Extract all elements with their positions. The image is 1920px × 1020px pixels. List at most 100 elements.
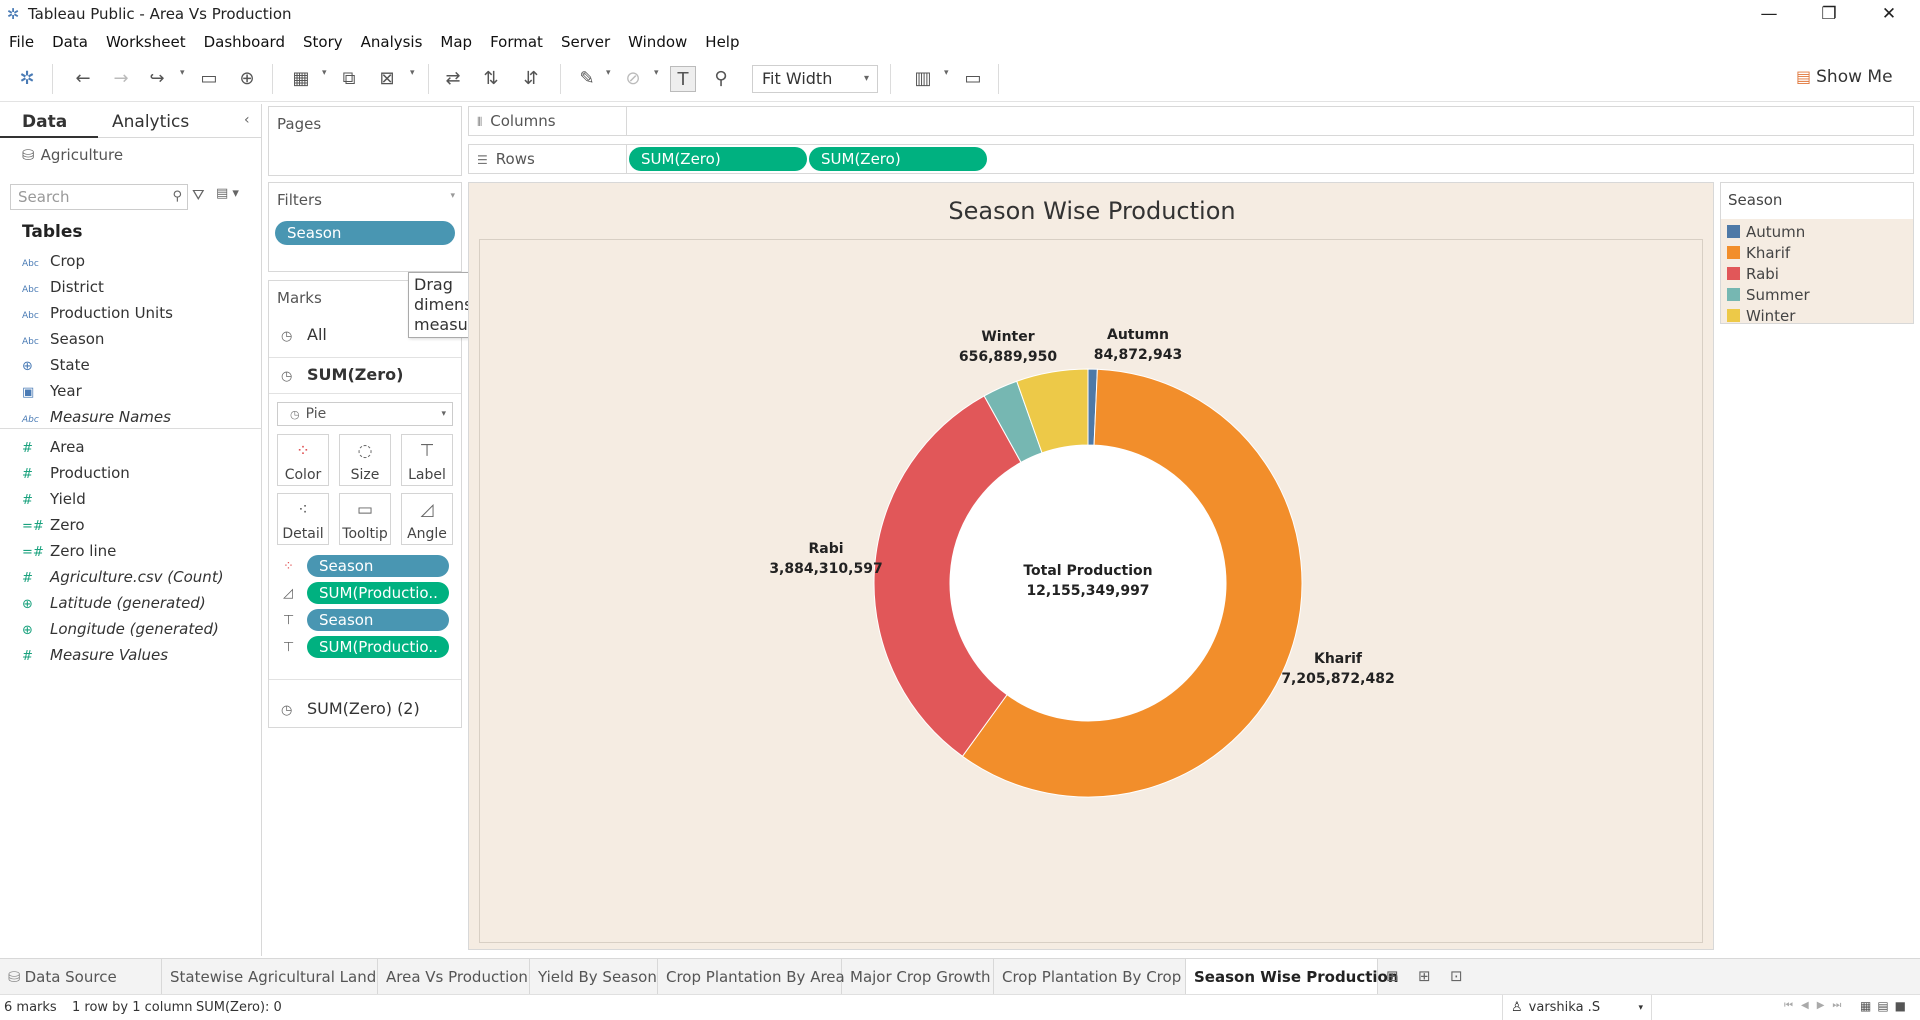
encoding-pill-season-color[interactable]: Season xyxy=(307,555,449,577)
field-state[interactable]: ⊕ State xyxy=(22,356,90,374)
tab-data[interactable]: Data xyxy=(22,112,67,132)
field-district[interactable]: Abc District xyxy=(22,278,104,296)
filters-shelf[interactable]: Filters ▾ Season xyxy=(268,182,462,272)
tab-crop-plantation-by-area[interactable]: Crop Plantation By Area xyxy=(658,959,845,994)
field-zero[interactable]: =# Zero xyxy=(22,516,85,534)
fix-axes-icon[interactable]: ⚲ xyxy=(708,66,734,92)
menu-format[interactable]: Format xyxy=(481,30,552,54)
legend-item-autumn[interactable]: Autumn xyxy=(1727,223,1805,241)
field-longitude[interactable]: ⊕ Longitude (generated) xyxy=(22,620,219,638)
menu-file[interactable]: File xyxy=(0,30,43,54)
duplicate-sheet-icon[interactable]: ⧉ xyxy=(336,66,362,92)
menu-worksheet[interactable]: Worksheet xyxy=(97,30,195,54)
replay-icon[interactable]: ↪ xyxy=(144,66,170,92)
filter-pill-season[interactable]: Season xyxy=(275,221,455,245)
field-area[interactable]: # Area xyxy=(22,438,85,456)
tab-area-vs-production[interactable]: Area Vs Production xyxy=(378,959,530,994)
restore-button[interactable]: ❐ xyxy=(1806,2,1852,26)
swap-rows-columns-icon[interactable]: ⇄ xyxy=(440,66,466,92)
new-dashboard-icon[interactable]: ⊞ xyxy=(1418,967,1431,985)
replay-caret-icon[interactable]: ▾ xyxy=(180,68,185,78)
user-menu[interactable]: ♙ varshika .S ▾ xyxy=(1502,995,1652,1020)
new-worksheet-icon[interactable]: ▦ xyxy=(288,66,314,92)
field-crop[interactable]: Abc Crop xyxy=(22,252,85,270)
sheet-view-toggle-icons[interactable]: ▦▤■ xyxy=(1860,999,1912,1013)
show-cards-caret-icon[interactable]: ▾ xyxy=(944,68,949,78)
field-agriculture-count[interactable]: # Agriculture.csv (Count) xyxy=(22,568,224,586)
donut-chart[interactable]: Total Production 12,155,349,997 Autumn 84,8… xyxy=(480,240,1702,942)
field-yield[interactable]: # Yield xyxy=(22,490,86,508)
menu-help[interactable]: Help xyxy=(696,30,748,54)
field-year[interactable]: ▣ Year xyxy=(22,382,82,400)
encoding-pill-production-label[interactable]: SUM(Productio.. xyxy=(307,636,449,658)
add-datasource-icon[interactable]: ⊕ xyxy=(234,66,260,92)
tab-season-wise-production[interactable]: Season Wise Production xyxy=(1186,959,1399,994)
menu-map[interactable]: Map xyxy=(431,30,481,54)
menu-analysis[interactable]: Analysis xyxy=(352,30,432,54)
encoding-pill-season-label[interactable]: Season xyxy=(307,609,449,631)
field-measure-names[interactable]: Abc Measure Names xyxy=(22,408,171,426)
tooltip-button[interactable]: ▭ Tooltip xyxy=(339,493,391,545)
redo-icon[interactable]: → xyxy=(108,66,134,92)
clear-sheet-caret-icon[interactable]: ▾ xyxy=(410,68,415,78)
filters-menu-icon[interactable]: ▾ xyxy=(450,191,455,201)
menu-server[interactable]: Server xyxy=(552,30,619,54)
field-production[interactable]: # Production xyxy=(22,464,130,482)
columns-shelf[interactable]: ⦀ Columns xyxy=(468,106,1914,136)
color-button[interactable]: ⁘ Color xyxy=(277,434,329,486)
field-measure-values[interactable]: # Measure Values xyxy=(22,646,168,664)
sheet-navigation-buttons[interactable]: ⏮◀▶⏭ xyxy=(1784,1000,1849,1011)
sort-ascending-icon[interactable]: ⇅ xyxy=(478,66,504,92)
tab-yield-by-season[interactable]: Yield By Season xyxy=(530,959,658,994)
size-button[interactable]: ◌ Size xyxy=(339,434,391,486)
highlight-caret-icon[interactable]: ▾ xyxy=(606,68,611,78)
field-zero-line[interactable]: =# Zero line xyxy=(22,542,116,560)
sort-descending-icon[interactable]: ⇵ xyxy=(518,66,544,92)
marks-layer-sum-zero-2[interactable]: ◷ SUM(Zero) (2) xyxy=(281,699,420,718)
field-latitude[interactable]: ⊕ Latitude (generated) xyxy=(22,594,206,612)
tab-crop-plantation-by-crop[interactable]: Crop Plantation By Crop xyxy=(994,959,1186,994)
show-mark-labels-icon[interactable]: T xyxy=(670,66,696,92)
rows-pill-sum-zero-2[interactable]: SUM(Zero) xyxy=(809,147,987,171)
fit-mode-dropdown[interactable]: Fit Width ▾ xyxy=(752,65,878,93)
tab-data-source[interactable]: ⛁ Data Source xyxy=(0,959,162,994)
tab-statewise-agricultural-land[interactable]: Statewise Agricultural Land xyxy=(162,959,378,994)
legend-item-winter[interactable]: Winter xyxy=(1727,307,1795,325)
angle-button[interactable]: ◿ Angle xyxy=(401,493,453,545)
undo-icon[interactable]: ← xyxy=(70,66,96,92)
clear-sheet-icon[interactable]: ⊠ xyxy=(374,66,400,92)
highlight-icon[interactable]: ✎ xyxy=(574,66,600,92)
legend-item-summer[interactable]: Summer xyxy=(1727,286,1810,304)
minimize-button[interactable]: — xyxy=(1746,2,1792,26)
legend-item-kharif[interactable]: Kharif xyxy=(1727,244,1790,262)
search-input[interactable]: Search ⚲ xyxy=(10,184,188,210)
field-production-units[interactable]: Abc Production Units xyxy=(22,304,173,322)
view-options-icon[interactable]: ▤ ▾ xyxy=(216,186,239,201)
label-button[interactable]: ⊤ Label xyxy=(401,434,453,486)
mark-type-dropdown[interactable]: ◷ Pie ▾ xyxy=(277,402,453,426)
menu-data[interactable]: Data xyxy=(43,30,97,54)
close-button[interactable]: ✕ xyxy=(1866,2,1912,26)
show-cards-icon[interactable]: ▥ xyxy=(910,66,936,92)
tab-analytics[interactable]: Analytics xyxy=(112,112,189,132)
group-caret-icon[interactable]: ▾ xyxy=(654,68,659,78)
menu-dashboard[interactable]: Dashboard xyxy=(195,30,294,54)
worksheet-view[interactable]: Season Wise Production Total Production 1… xyxy=(468,182,1714,950)
menu-window[interactable]: Window xyxy=(619,30,696,54)
legend-item-rabi[interactable]: Rabi xyxy=(1727,265,1779,283)
rows-shelf[interactable]: ☰ Rows SUM(Zero) SUM(Zero) xyxy=(468,144,1914,174)
detail-button[interactable]: ⁖ Detail xyxy=(277,493,329,545)
show-me-button[interactable]: ▤ Show Me xyxy=(1796,67,1893,87)
rows-pill-sum-zero[interactable]: SUM(Zero) xyxy=(629,147,807,171)
pages-shelf[interactable]: Pages xyxy=(268,106,462,176)
field-season[interactable]: Abc Season xyxy=(22,330,104,348)
save-icon[interactable]: ▭ xyxy=(196,66,222,92)
tableau-home-icon[interactable]: ✲ xyxy=(14,66,40,92)
new-worksheet-icon[interactable]: ⊞ xyxy=(1386,967,1399,985)
group-members-icon[interactable]: ⊘ xyxy=(620,66,646,92)
new-worksheet-caret-icon[interactable]: ▾ xyxy=(322,68,327,78)
marks-layer-sum-zero[interactable]: ◷ SUM(Zero) xyxy=(281,365,403,384)
filter-fields-icon[interactable]: ⛛ xyxy=(192,186,205,204)
datasource-item[interactable]: ⛁ Agriculture xyxy=(22,146,123,164)
new-story-icon[interactable]: ⊡ xyxy=(1450,967,1463,985)
